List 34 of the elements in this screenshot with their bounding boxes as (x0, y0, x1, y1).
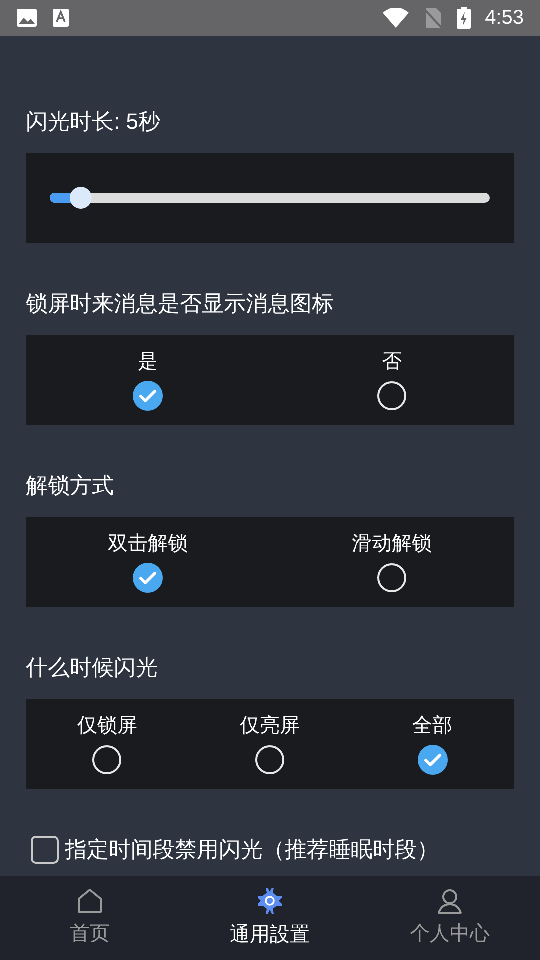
radio-unchecked-icon[interactable] (92, 745, 122, 775)
option-label: 双击解锁 (108, 532, 188, 557)
radio-unchecked-icon[interactable] (377, 563, 407, 593)
option-label: 是 (138, 350, 158, 375)
radio-unchecked-icon[interactable] (377, 381, 407, 411)
slider-thumb[interactable] (70, 187, 92, 209)
home-icon (76, 887, 104, 915)
section-title: 闪光时长: 5秒 (26, 108, 162, 136)
radio-unchecked-icon[interactable] (255, 745, 285, 775)
checkbox[interactable] (31, 836, 59, 864)
no-sim-icon (423, 7, 444, 29)
battery-charging-icon (457, 7, 472, 29)
nav-tab[interactable]: 首页 (0, 876, 180, 960)
settings-icon (255, 886, 285, 916)
clock-time: 4:53 (485, 6, 524, 31)
option-label: 仅亮屏 (240, 714, 300, 739)
image-icon (16, 8, 38, 28)
checkbox-label: 指定时间段禁用闪光（推荐睡眠时段） (65, 836, 439, 864)
radio-checked-icon[interactable] (418, 745, 448, 775)
option-label: 滑动解锁 (352, 532, 432, 557)
option-label: 否 (382, 350, 402, 375)
radio-checked-icon[interactable] (133, 381, 163, 411)
section-title: 解锁方式 (26, 472, 115, 500)
nav-tab[interactable]: 个人中心 (360, 876, 540, 960)
option-label: 仅锁屏 (77, 714, 138, 739)
wifi-icon (383, 8, 410, 28)
option-label: 全部 (412, 714, 453, 739)
user-icon (436, 887, 464, 915)
radio-checked-icon[interactable] (133, 563, 163, 593)
text-icon (52, 8, 70, 28)
section-title: 锁屏时来消息是否显示消息图标 (26, 290, 335, 318)
slider[interactable] (50, 187, 490, 209)
nav-tab[interactable]: 通用設置 (180, 876, 360, 960)
section-title: 什么时候闪光 (26, 654, 159, 682)
